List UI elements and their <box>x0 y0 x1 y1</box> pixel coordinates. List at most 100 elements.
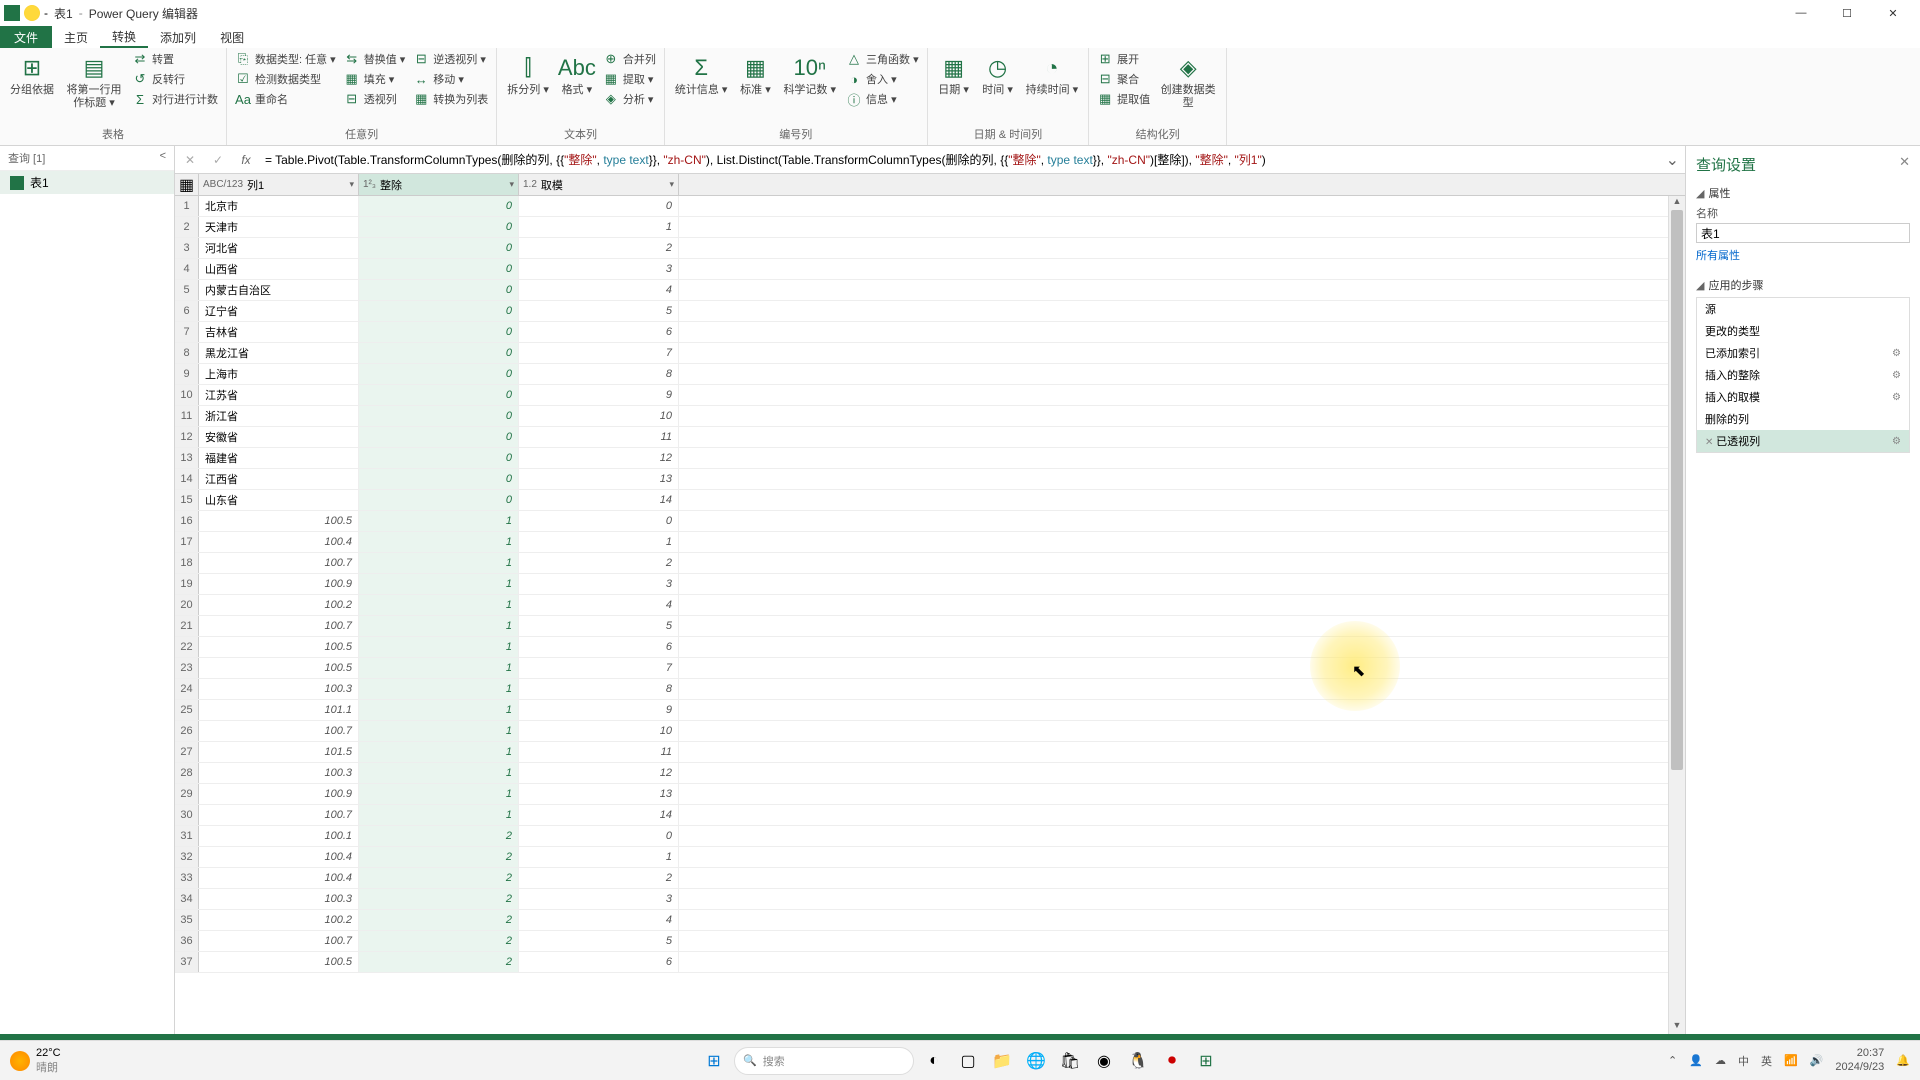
cell[interactable]: 7 <box>519 343 679 363</box>
cell[interactable]: 2 <box>519 553 679 573</box>
record-icon[interactable]: ⏺ <box>1158 1047 1186 1075</box>
table-row[interactable]: 26100.7110 <box>175 721 1685 742</box>
cell[interactable]: 100.5 <box>199 952 359 972</box>
cell[interactable]: 100.9 <box>199 574 359 594</box>
cell[interactable]: 2 <box>519 238 679 258</box>
cell[interactable]: 0 <box>359 259 519 279</box>
table-row[interactable]: 12安徽省011 <box>175 427 1685 448</box>
cell[interactable]: 100.3 <box>199 763 359 783</box>
weather-widget[interactable]: 22°C 晴朗 <box>10 1047 61 1075</box>
cell[interactable]: 吉林省 <box>199 322 359 342</box>
cell[interactable]: 0 <box>359 448 519 468</box>
cell[interactable]: 1 <box>359 679 519 699</box>
menu-tab-3[interactable]: 视图 <box>208 26 256 48</box>
cell[interactable]: 2 <box>519 868 679 888</box>
ime-indicator-1[interactable]: 中 <box>1738 1053 1749 1069</box>
tray-chevron-icon[interactable]: ⌃ <box>1668 1054 1677 1067</box>
row-number[interactable]: 23 <box>175 658 199 678</box>
row-number[interactable]: 30 <box>175 805 199 825</box>
ribbon-button[interactable]: Abc格式 ▾ <box>557 50 597 99</box>
cell[interactable]: 1 <box>359 805 519 825</box>
row-number[interactable]: 28 <box>175 763 199 783</box>
cell[interactable]: 0 <box>359 196 519 216</box>
cell[interactable]: 100.5 <box>199 511 359 531</box>
applied-step[interactable]: 更改的类型 <box>1697 320 1909 342</box>
table-row[interactable]: 2天津市01 <box>175 217 1685 238</box>
cell[interactable]: 1 <box>359 511 519 531</box>
notifications-icon[interactable]: 🔔 <box>1896 1054 1910 1067</box>
row-number[interactable]: 10 <box>175 385 199 405</box>
row-number[interactable]: 31 <box>175 826 199 846</box>
applied-step[interactable]: 删除的列 <box>1697 408 1909 430</box>
cell[interactable]: 100.3 <box>199 679 359 699</box>
row-number[interactable]: 26 <box>175 721 199 741</box>
cell[interactable]: 1 <box>359 616 519 636</box>
table-row[interactable]: 18100.712 <box>175 553 1685 574</box>
cell[interactable]: 福建省 <box>199 448 359 468</box>
table-row[interactable]: 20100.214 <box>175 595 1685 616</box>
row-number[interactable]: 11 <box>175 406 199 426</box>
cell[interactable]: 3 <box>519 259 679 279</box>
cell[interactable]: 11 <box>519 427 679 447</box>
maximize-button[interactable]: ☐ <box>1824 0 1870 26</box>
cell[interactable]: 0 <box>359 238 519 258</box>
ribbon-small-button[interactable]: ⊟逆透视列 ▾ <box>411 50 490 68</box>
table-row[interactable]: 36100.725 <box>175 931 1685 952</box>
cell[interactable]: 6 <box>519 952 679 972</box>
cell[interactable]: 0 <box>519 511 679 531</box>
ribbon-small-button[interactable]: ▦转换为列表 <box>411 90 490 108</box>
cell[interactable]: 10 <box>519 721 679 741</box>
ribbon-button[interactable]: Σ统计信息 ▾ <box>671 50 732 99</box>
cell[interactable]: 1 <box>359 742 519 762</box>
column-header[interactable]: ABC/123列1▾ <box>199 174 359 195</box>
cell[interactable]: 3 <box>519 889 679 909</box>
query-item[interactable]: 表1 <box>0 171 174 194</box>
cell[interactable]: 4 <box>519 910 679 930</box>
ribbon-small-button[interactable]: ▦提取 ▾ <box>601 70 658 88</box>
cell[interactable]: 1 <box>359 658 519 678</box>
row-number[interactable]: 34 <box>175 889 199 909</box>
cell[interactable]: 1 <box>359 574 519 594</box>
row-number[interactable]: 13 <box>175 448 199 468</box>
row-number[interactable]: 7 <box>175 322 199 342</box>
qq-icon[interactable]: 🐧 <box>1124 1047 1152 1075</box>
table-row[interactable]: 19100.913 <box>175 574 1685 595</box>
cell[interactable]: 2 <box>359 889 519 909</box>
cell[interactable]: 5 <box>519 616 679 636</box>
step-gear-icon[interactable]: ⚙ <box>1892 370 1901 381</box>
edge-icon[interactable]: 🌐 <box>1022 1047 1050 1075</box>
excel-taskbar-icon[interactable]: ⊞ <box>1192 1047 1220 1075</box>
formula-expand-button[interactable]: ⌄ <box>1666 150 1679 170</box>
settings-close-button[interactable]: ✕ <box>1899 154 1910 175</box>
table-row[interactable]: 33100.422 <box>175 868 1685 889</box>
cell[interactable]: 浙江省 <box>199 406 359 426</box>
cell[interactable]: 山东省 <box>199 490 359 510</box>
column-header[interactable]: 1.2取模▾ <box>519 174 679 195</box>
table-row[interactable]: 27101.5111 <box>175 742 1685 763</box>
cell[interactable]: 100.5 <box>199 637 359 657</box>
ribbon-small-button[interactable]: Σ对行进行计数 <box>130 90 220 108</box>
column-filter-dropdown[interactable]: ▾ <box>509 179 514 190</box>
table-row[interactable]: 13福建省012 <box>175 448 1685 469</box>
close-button[interactable]: ✕ <box>1870 0 1916 26</box>
table-row[interactable]: 35100.224 <box>175 910 1685 931</box>
table-row[interactable]: 9上海市08 <box>175 364 1685 385</box>
cell[interactable]: 河北省 <box>199 238 359 258</box>
minimize-button[interactable]: — <box>1778 0 1824 26</box>
vertical-scrollbar[interactable]: ▲ ▼ <box>1668 196 1685 1034</box>
table-row[interactable]: 17100.411 <box>175 532 1685 553</box>
cell[interactable]: 9 <box>519 700 679 720</box>
cell[interactable]: 100.2 <box>199 595 359 615</box>
ribbon-button[interactable]: ◈创建数据类型 <box>1156 50 1220 112</box>
table-row[interactable]: 31100.120 <box>175 826 1685 847</box>
cell[interactable]: 13 <box>519 469 679 489</box>
ribbon-small-button[interactable]: Aa重命名 <box>233 90 338 108</box>
grid-corner[interactable]: ▦ <box>175 174 199 195</box>
query-name-input[interactable] <box>1696 223 1910 243</box>
cell[interactable]: 100.4 <box>199 847 359 867</box>
row-number[interactable]: 22 <box>175 637 199 657</box>
table-row[interactable]: 24100.318 <box>175 679 1685 700</box>
table-row[interactable]: 5内蒙古自治区04 <box>175 280 1685 301</box>
fx-button[interactable]: fx <box>237 151 255 169</box>
cell[interactable]: 1 <box>359 763 519 783</box>
